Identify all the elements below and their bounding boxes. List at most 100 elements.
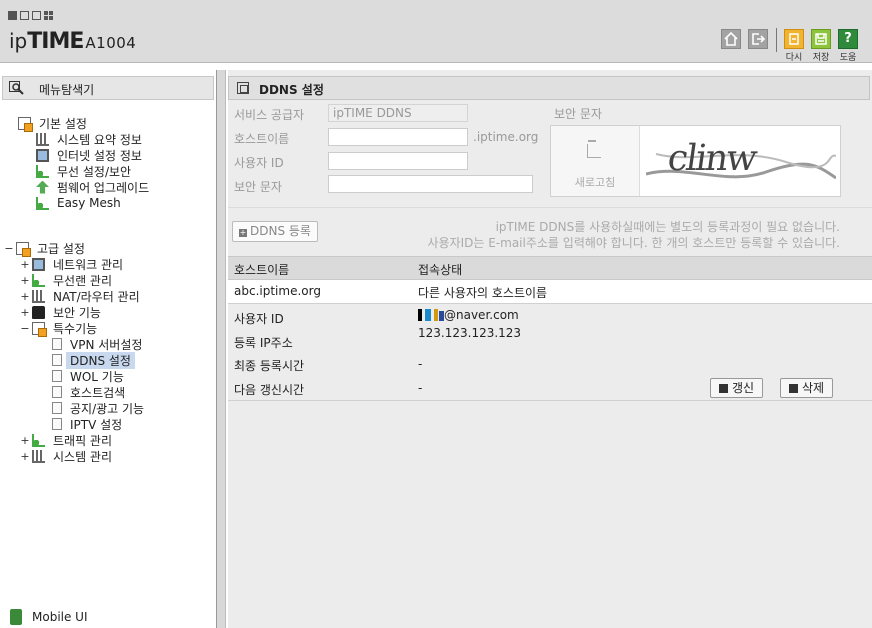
tree-item-wol[interactable]: WOL 기능 [52, 368, 124, 384]
traffic-icon [32, 433, 45, 447]
panel-splitter[interactable] [216, 70, 226, 628]
help-glyph: ? [844, 31, 852, 46]
userid-label: 사용자 ID [234, 156, 284, 170]
wireless-icon [36, 164, 49, 178]
row-status: 다른 사용자의 호스트이름 [418, 286, 548, 300]
brand-logo: ipTIME A1004 [9, 29, 136, 54]
tree-item-host-search[interactable]: 호스트검색 [52, 384, 125, 400]
collapse-icon[interactable]: − [20, 322, 30, 335]
mesh-icon [36, 196, 49, 210]
window-minimize-icon[interactable] [8, 11, 17, 20]
refresh-icon [587, 140, 601, 158]
tree-item-nat-router[interactable]: + NAT/라우터 관리 [20, 288, 140, 304]
tree-label: 고급 설정 [37, 241, 85, 256]
mobile-ui-label: Mobile UI [32, 610, 88, 624]
provider-label: 서비스 공급자 [234, 108, 305, 122]
tree-basic-settings[interactable]: 기본 설정 [18, 115, 87, 132]
router-icon [32, 289, 45, 303]
folder-icon [32, 321, 47, 337]
tree-item-firmware-upgrade[interactable]: 펌웨어 업그레이드 [36, 179, 149, 195]
expand-icon[interactable]: + [20, 450, 30, 463]
section-divider [228, 207, 872, 208]
tree-label: 기본 설정 [39, 116, 87, 131]
detail-userid-value: @naver.com [418, 308, 519, 322]
upgrade-icon [36, 180, 49, 194]
reload-icon[interactable] [784, 29, 804, 49]
tree-item-system-summary[interactable]: 시스템 요약 정보 [36, 131, 142, 147]
expand-icon[interactable]: + [20, 434, 30, 447]
tree-item-network[interactable]: + 네트워크 관리 [20, 256, 123, 272]
userid-input[interactable] [328, 152, 468, 170]
tree-item-wireless-security[interactable]: 무선 설정/보안 [36, 163, 131, 179]
detail-next-value: - [418, 381, 423, 395]
tree-label: 트래픽 관리 [53, 433, 113, 448]
chart-icon [36, 132, 49, 146]
save-icon[interactable] [811, 29, 831, 49]
page-icon [52, 418, 62, 430]
page-icon [52, 370, 62, 382]
home-icon[interactable] [721, 29, 741, 49]
section-divider [228, 400, 872, 401]
table-row[interactable]: abc.iptime.org 다른 사용자의 호스트이름 [228, 280, 872, 304]
detail-last-value: - [418, 357, 423, 371]
delete-icon [789, 383, 798, 393]
tree-item-easy-mesh[interactable]: Easy Mesh [36, 195, 121, 211]
userid-domain: @naver.com [444, 308, 519, 322]
page-title: DDNS 설정 [259, 83, 324, 97]
tree-item-traffic[interactable]: + 트래픽 관리 [20, 432, 112, 448]
tree-label: NAT/라우터 관리 [53, 289, 140, 304]
page-icon [52, 338, 62, 350]
tree-item-iptv[interactable]: IPTV 설정 [52, 416, 122, 432]
tree-label: 호스트검색 [70, 385, 126, 400]
tree-label: 공지/광고 기능 [70, 401, 145, 416]
expand-icon[interactable]: + [20, 306, 30, 319]
captcha-refresh-button[interactable]: 새로고침 [551, 126, 640, 196]
tree-item-security[interactable]: + 보안 기능 [20, 304, 101, 320]
logout-icon[interactable] [748, 29, 768, 49]
provider-field[interactable]: ipTIME DDNS [328, 104, 468, 122]
tree-item-notice-ad[interactable]: 공지/광고 기능 [52, 400, 144, 416]
tree-item-ddns[interactable]: DDNS 설정 [52, 351, 135, 369]
tree-item-special[interactable]: − 특수기능 [20, 320, 97, 337]
tree-label: DDNS 설정 [66, 351, 135, 369]
network-icon [32, 257, 45, 271]
tree-item-internet-info[interactable]: 인터넷 설정 정보 [36, 147, 142, 163]
window-maximize-icon[interactable] [20, 11, 29, 20]
delete-label: 삭제 [802, 381, 825, 395]
expand-icon[interactable]: + [20, 290, 30, 303]
tree-item-system[interactable]: + 시스템 관리 [20, 448, 112, 464]
reload-label: 다시 [785, 53, 803, 63]
detail-last-label: 최종 등록시간 [234, 359, 305, 373]
brand-time: TIME [27, 29, 84, 54]
expand-icon[interactable]: + [20, 258, 30, 271]
renew-icon [719, 383, 728, 393]
host-table-header: 호스트이름 접속상태 [228, 256, 872, 280]
collapse-icon[interactable]: − [4, 242, 14, 255]
mobile-ui-link[interactable]: Mobile UI [10, 609, 88, 625]
header-divider [776, 28, 777, 52]
help-label: 도움 [839, 53, 857, 63]
window-restore-icon[interactable] [32, 11, 41, 20]
notice-line-2: 사용자ID는 E-mail주소를 입력해야 합니다. 한 개의 호스트만 등록할… [427, 236, 840, 250]
tree-label: VPN 서버설정 [70, 337, 143, 352]
ddns-register-button[interactable]: + DDNS 등록 [232, 221, 318, 242]
tree-label: WOL 기능 [70, 369, 124, 384]
model-name: A1004 [85, 34, 137, 52]
tree-item-vpn[interactable]: VPN 서버설정 [52, 336, 142, 352]
tree-advanced-settings[interactable]: − 고급 설정 [4, 240, 85, 257]
help-icon[interactable]: ? [838, 29, 858, 49]
menu-explorer: 메뉴탐색기 기본 설정 시스템 요약 정보 인터넷 설정 정보 무선 설정/보안… [0, 70, 216, 628]
page-icon [52, 386, 62, 398]
delete-button[interactable]: 삭제 [780, 378, 834, 398]
menu-explorer-header: 메뉴탐색기 [2, 76, 214, 100]
renew-button[interactable]: 갱신 [710, 378, 764, 398]
tree-label: 무선랜 관리 [53, 273, 113, 288]
tree-item-wireless-lan[interactable]: + 무선랜 관리 [20, 272, 112, 288]
window-grid-icon[interactable] [44, 11, 53, 20]
tree-label: 시스템 관리 [53, 449, 113, 464]
detail-ip-value: 123.123.123.123 [418, 326, 522, 340]
expand-icon[interactable]: + [20, 274, 30, 287]
hostname-input[interactable] [328, 128, 468, 146]
captcha-input[interactable] [328, 175, 533, 193]
app-header: ipTIME A1004 다시 저장 ? 도움 [0, 0, 872, 63]
